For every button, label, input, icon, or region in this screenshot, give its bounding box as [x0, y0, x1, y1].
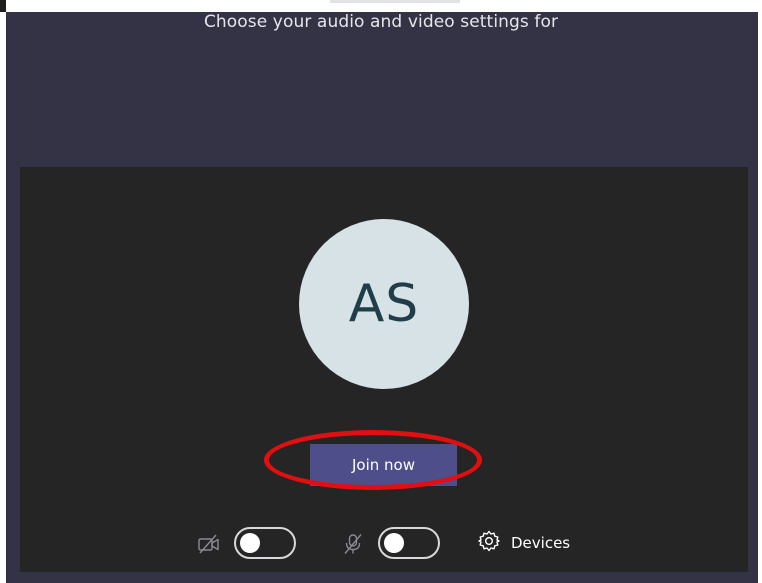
- mic-toggle[interactable]: [378, 527, 440, 559]
- camera-off-icon: [197, 533, 221, 555]
- gear-icon: [477, 529, 501, 557]
- teams-prejoin-screen: Choose your audio and video settings for…: [0, 0, 762, 583]
- device-controls-bar: Devices: [0, 523, 762, 563]
- cropped-window-corner: [0, 0, 6, 12]
- devices-label: Devices: [511, 534, 571, 552]
- mic-toggle-knob: [384, 533, 404, 553]
- avatar-initials: AS: [348, 274, 420, 334]
- join-now-button[interactable]: Join now: [310, 444, 457, 486]
- window-right-edge: [758, 12, 762, 583]
- avatar: AS: [299, 219, 469, 389]
- cropped-title-strip: [0, 0, 762, 12]
- camera-toggle-knob: [240, 533, 260, 553]
- cropped-title-remnant: [330, 0, 460, 3]
- devices-button[interactable]: Devices: [477, 529, 570, 557]
- camera-toggle[interactable]: [234, 527, 296, 559]
- prejoin-heading: Choose your audio and video settings for: [203, 12, 559, 32]
- mic-off-icon: [341, 533, 365, 555]
